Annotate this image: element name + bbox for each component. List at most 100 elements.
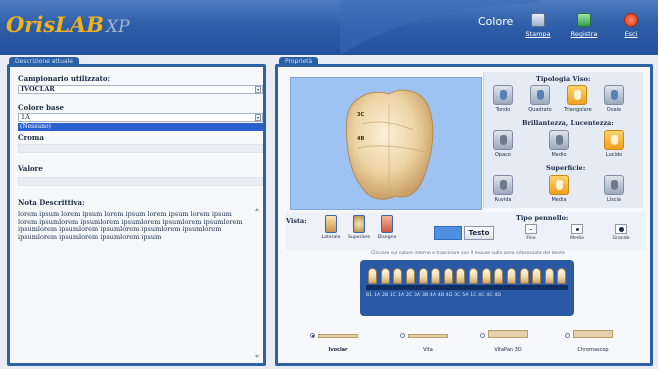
campionario-value: IVOCLAR <box>21 85 55 93</box>
shade-guide-selector: Ivoclar Vita VitaPan 3D Chromascop <box>278 329 642 361</box>
brush-fine-icon <box>525 224 537 234</box>
shade-tab[interactable] <box>557 268 567 284</box>
guide-option-ivoclar[interactable]: Ivoclar <box>308 329 368 353</box>
left-panel-content: Campionario utilizzato: IVOCLAR Colore b… <box>10 67 263 363</box>
gloss-option-medio[interactable]: Medio <box>546 130 572 158</box>
view-option-label: Superiore <box>348 235 371 240</box>
view-tools-row: Vista: Laterale Superiore Disegno Testo … <box>286 212 646 250</box>
guide-option-vita[interactable]: Vita <box>398 329 458 353</box>
shade-tab[interactable] <box>431 268 441 284</box>
face-option-label: Tondo <box>495 107 511 113</box>
left-panel: Campionario utilizzato: IVOCLAR Colore b… <box>7 64 266 366</box>
shade-tab[interactable] <box>506 268 516 284</box>
radio-icon[interactable] <box>480 333 485 338</box>
tipo-pennello-title: Tipo pennello: <box>516 214 569 222</box>
shade-tab[interactable] <box>469 268 478 284</box>
view-option-label: Laterale <box>321 235 341 240</box>
view-option-superiore[interactable]: Superiore <box>348 215 370 240</box>
campionario-label: Campionario utilizzato: <box>18 74 111 83</box>
nota-label: Nota Descrittiva: <box>18 198 85 207</box>
face-option-triangolare[interactable]: Triangolare <box>564 85 592 113</box>
chevron-down-icon[interactable] <box>255 114 261 121</box>
gloss-option-opaco[interactable]: Opaco <box>490 130 516 158</box>
guide-option-vitapan-3d[interactable]: VitaPan 3D <box>478 329 538 353</box>
surface-option-label: Media <box>551 197 567 203</box>
guide-option-chromascop[interactable]: Chromascop <box>563 329 623 353</box>
colore-base-label: Colore base <box>18 103 64 112</box>
radio-icon[interactable] <box>400 333 405 338</box>
brillantezza-title: Brillantezza, Lucentezza: <box>522 119 614 127</box>
surface-liscia-icon <box>604 175 624 195</box>
brush-option-fine[interactable]: Fine <box>516 224 546 241</box>
brush-option-label: Medio <box>570 236 584 241</box>
right-panel-content: 3C 4B Tipologia Viso: Tondo Quadrato Tri… <box>278 67 650 363</box>
logo-suffix: XP <box>105 17 130 37</box>
surface-option-ruvida[interactable]: Ruvida <box>490 175 516 203</box>
gloss-opaco-icon <box>493 130 513 150</box>
brush-option-medio[interactable]: Medio <box>562 224 592 241</box>
scroll-up-icon[interactable] <box>255 208 259 211</box>
shade-tab[interactable] <box>532 268 542 284</box>
surface-option-liscia[interactable]: Liscia <box>601 175 627 203</box>
face-option-ovale[interactable]: Ovale <box>601 85 627 113</box>
guide-option-label: Chromascop <box>577 347 609 353</box>
vista-title: Vista: <box>286 217 307 225</box>
testo-button[interactable]: Testo <box>464 226 494 240</box>
brush-color-swatch[interactable] <box>434 226 462 240</box>
guide-option-label: VitaPan 3D <box>494 347 522 353</box>
dropdown-option-nessuno[interactable]: (Nessuno) <box>18 123 263 131</box>
nota-scrollbar[interactable] <box>255 208 259 358</box>
drag-hint-text: Cliccare sul colore interno e trascinare… <box>371 251 565 256</box>
app-logo: OrisLAB XP <box>6 12 130 46</box>
shade-tab[interactable] <box>443 268 453 284</box>
shade-tab[interactable] <box>456 268 466 284</box>
gloss-option-label: Medio <box>551 152 567 158</box>
surface-ruvida-icon <box>493 175 513 195</box>
shade-tab[interactable] <box>418 268 428 284</box>
campionario-select[interactable]: IVOCLAR <box>18 85 263 94</box>
guide-option-label: Ivoclar <box>328 347 348 353</box>
view-option-disegno[interactable]: Disegno <box>376 215 398 240</box>
chevron-down-icon[interactable] <box>255 86 261 93</box>
printer-icon <box>531 13 545 27</box>
shade-guide-holder <box>366 285 568 290</box>
face-option-quadrato[interactable]: Quadrato <box>527 85 553 113</box>
radio-icon[interactable] <box>565 333 570 338</box>
face-option-tondo[interactable]: Tondo <box>490 85 516 113</box>
shade-tab[interactable] <box>405 268 415 284</box>
logo-main: OrisLAB <box>6 12 104 37</box>
surface-option-media[interactable]: Media <box>546 175 572 203</box>
tooth-canvas[interactable]: 3C 4B <box>290 77 482 210</box>
gloss-lucido-icon <box>604 130 624 150</box>
colore-base-select[interactable]: 1A <box>18 113 263 122</box>
save-button[interactable]: Registra <box>561 13 607 51</box>
shade-tab[interactable] <box>380 268 390 284</box>
scroll-down-icon[interactable] <box>255 355 259 358</box>
shade-tab[interactable] <box>368 268 377 284</box>
shade-guide-panel: B1 1A 2B 1C 1A 2C 3A 3B 4A 4B 4D 3C 5A 1… <box>360 260 574 316</box>
gloss-option-lucido[interactable]: Lucido <box>601 130 627 158</box>
brush-grande-icon <box>615 224 627 234</box>
brush-option-grande[interactable]: Grande <box>606 224 636 241</box>
radio-icon[interactable] <box>310 333 315 338</box>
shade-tab[interactable] <box>481 268 491 284</box>
exit-button[interactable]: Esci <box>608 13 654 51</box>
croma-field[interactable] <box>18 144 263 153</box>
view-option-laterale[interactable]: Laterale <box>320 215 342 240</box>
face-tondo-icon <box>493 85 513 105</box>
shade-tab[interactable] <box>494 268 504 284</box>
exit-icon <box>624 13 638 27</box>
shade-tab[interactable] <box>393 268 403 284</box>
face-triangolare-icon <box>567 85 587 105</box>
nota-textarea[interactable]: lorem ipsum lorem ipsum lorem ipsum lore… <box>18 210 248 241</box>
tipologia-title: Tipologia Viso: <box>536 75 591 83</box>
vita-guide-icon <box>400 329 452 343</box>
shade-tab[interactable] <box>544 268 554 284</box>
vitapan-guide-icon <box>480 329 532 343</box>
shade-tabs <box>366 268 568 286</box>
print-button[interactable]: Stampa <box>515 13 561 51</box>
shade-tab[interactable] <box>519 268 529 284</box>
lateral-view-icon <box>325 215 337 233</box>
surface-media-icon <box>549 175 569 195</box>
valore-field[interactable] <box>18 177 263 186</box>
